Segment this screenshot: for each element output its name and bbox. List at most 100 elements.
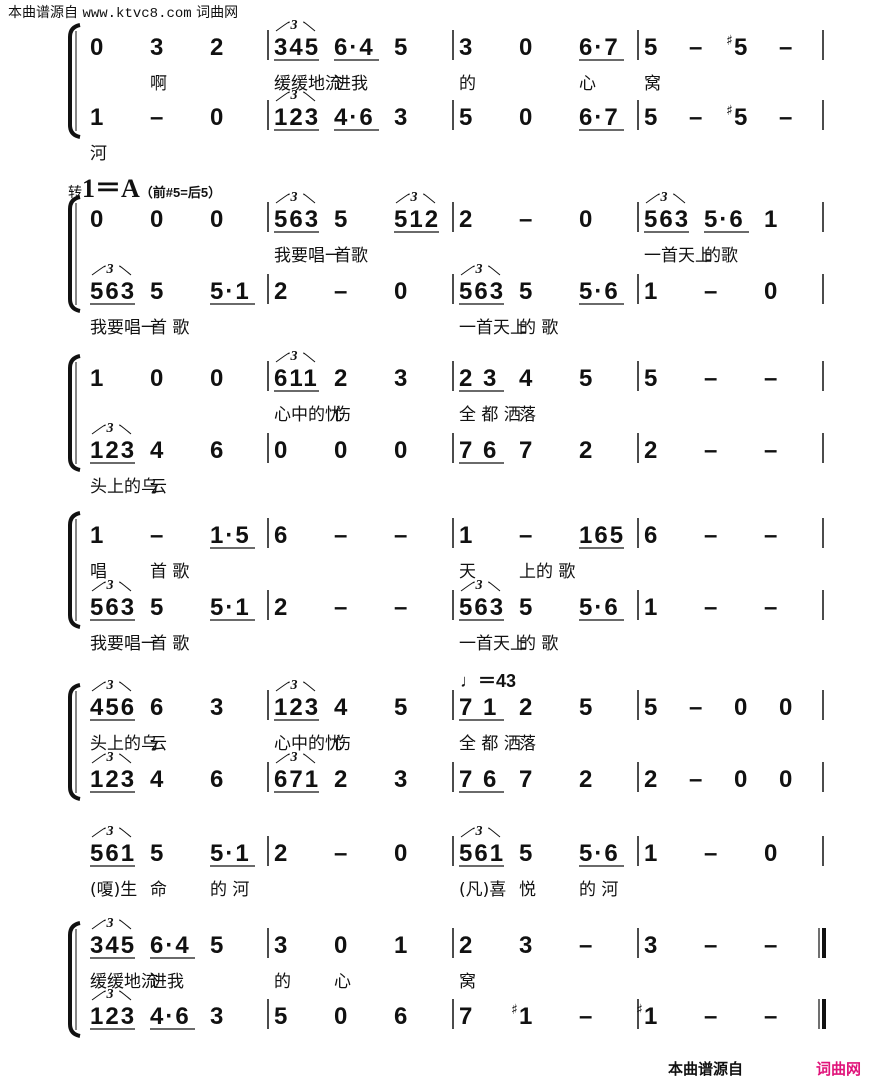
note: –: [519, 206, 532, 233]
note: 0: [579, 206, 592, 233]
sharp-accidental: ♯: [726, 33, 733, 49]
triplet-arc-left: [645, 193, 660, 204]
triplet-arc-left: [91, 581, 106, 592]
lyric-text: 的: [459, 74, 476, 94]
note: 2: [274, 278, 287, 305]
triplet-arc-right: [119, 265, 132, 276]
footer-brand[interactable]: 词曲网: [816, 1058, 861, 1079]
triplet-arc-right: [303, 681, 316, 692]
note: 2: [459, 932, 472, 959]
note: –: [704, 932, 717, 959]
note: 563: [90, 278, 136, 305]
triplet-arc-right: [423, 193, 436, 204]
note: 6·4: [150, 932, 191, 959]
note: 5·1: [210, 840, 251, 867]
note: 7 6: [459, 437, 498, 464]
note: 3: [274, 932, 287, 959]
lyric-text: 的: [274, 972, 291, 992]
note: –: [689, 766, 702, 793]
triplet-arc-left: [275, 681, 290, 692]
note: 1: [644, 594, 657, 621]
note: –: [394, 594, 407, 621]
footer-source-label: 本曲谱源自: [668, 1060, 744, 1078]
note: 5: [519, 278, 532, 305]
note: 5: [150, 278, 163, 305]
note: 5: [394, 694, 407, 721]
lyric-text: 进我: [334, 74, 368, 94]
note: 3: [210, 1003, 223, 1030]
triplet-marker: 3: [106, 750, 114, 765]
triplet-marker: 3: [106, 987, 114, 1002]
note: 4·6: [334, 104, 375, 131]
note: –: [779, 104, 792, 131]
triplet-arc-right: [119, 827, 132, 838]
lyric-text: 头上的乌: [90, 477, 158, 497]
note: 0: [764, 278, 777, 305]
lyric-text: 心中的忧: [274, 734, 342, 754]
note: 561: [90, 840, 136, 867]
note: 5: [734, 104, 747, 131]
note: 0: [90, 206, 103, 233]
note: 3: [210, 694, 223, 721]
lyric-text: 的 歌: [519, 634, 558, 654]
triplet-arc-left: [460, 581, 475, 592]
note: 0: [334, 1003, 347, 1030]
lyric-text: 的 河: [210, 880, 249, 900]
lyric-text: 心: [579, 74, 596, 94]
lyric-text: 上的 歌: [519, 562, 575, 582]
note: –: [764, 365, 777, 392]
note: 5: [519, 594, 532, 621]
lyric-text: 首 歌: [150, 634, 189, 654]
system-bracket: [68, 354, 81, 472]
note: 4: [334, 694, 348, 721]
note: 5·6: [704, 206, 745, 233]
note: 0: [394, 840, 407, 867]
note: 2: [644, 766, 657, 793]
note: 5: [579, 694, 592, 721]
note: 7: [519, 766, 532, 793]
note: –: [704, 437, 717, 464]
triplet-arc-left: [91, 827, 106, 838]
triplet-arc-left: [91, 424, 106, 435]
triplet-arc-right: [119, 681, 132, 692]
lyric-text: 云: [150, 477, 167, 497]
note: 0: [734, 766, 747, 793]
system-bracket: [68, 921, 81, 1038]
note: 0: [394, 278, 407, 305]
triplet-marker: 3: [290, 18, 298, 33]
note: –: [519, 522, 532, 549]
triplet-arc-right: [488, 581, 501, 592]
note: 6: [394, 1003, 407, 1030]
note: 6: [210, 766, 223, 793]
lyric-text: 缓缓地流: [274, 74, 342, 94]
lyric-text: 首歌: [334, 246, 368, 266]
note: 2: [519, 694, 532, 721]
note: 2: [274, 840, 287, 867]
lyric-text: 伤: [334, 405, 351, 425]
lyric-text: 心中的忧: [274, 405, 342, 425]
note: 0: [779, 766, 792, 793]
note: 6·4: [334, 34, 375, 61]
note: 2: [579, 437, 592, 464]
note: 2: [644, 437, 657, 464]
note: 7: [459, 1003, 472, 1030]
note: 2: [459, 206, 472, 233]
note: 563: [644, 206, 690, 233]
note: 1: [90, 522, 103, 549]
note: –: [704, 522, 717, 549]
note: –: [689, 694, 702, 721]
system-bracket: [68, 511, 81, 629]
note: 5: [644, 694, 657, 721]
triplet-marker: 3: [106, 824, 114, 839]
lyric-text: 进我: [150, 972, 184, 992]
note: 345: [274, 34, 320, 61]
triplet-arc-right: [119, 581, 132, 592]
note: 6: [644, 522, 657, 549]
triplet-marker: 3: [290, 349, 298, 364]
note: 512: [394, 206, 440, 233]
score-sheet: 0 3 2啊34536·4 5缓缓地流进我3 0 6·7的 心5– ♯ 5 –窝1–0河12334…: [68, 18, 826, 1038]
note: –: [150, 104, 163, 131]
note: 563: [459, 594, 505, 621]
note: –: [764, 932, 777, 959]
lyric-text: 的歌: [704, 246, 738, 266]
